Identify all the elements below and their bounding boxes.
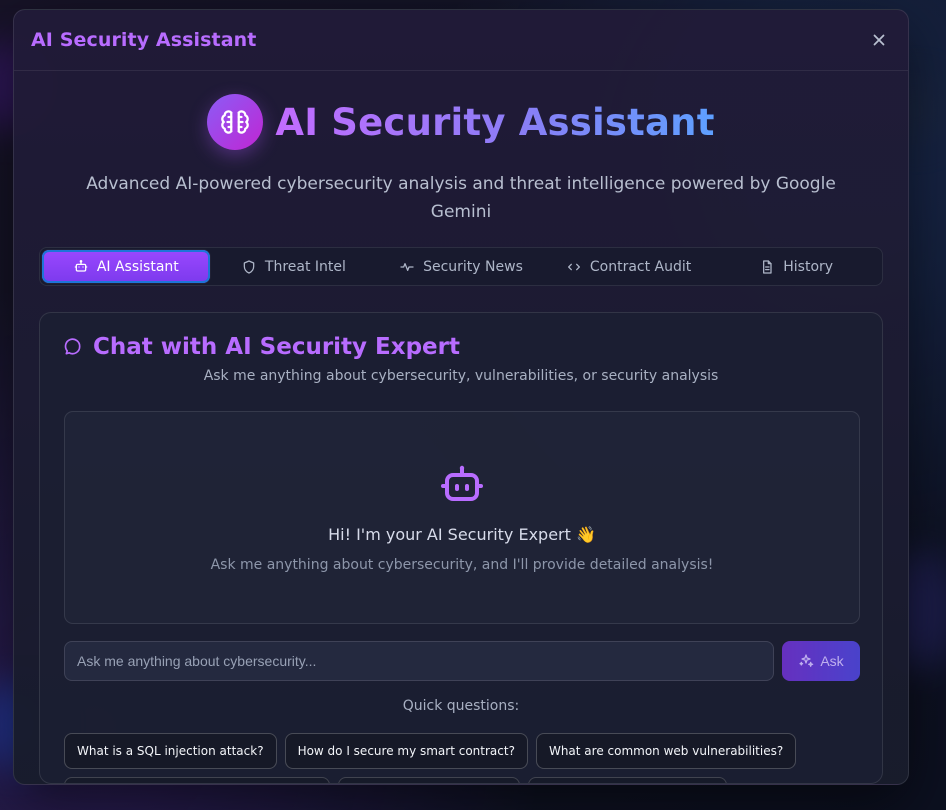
quick-question-partial-2[interactable]: [338, 777, 520, 783]
welcome-title: Hi! I'm your AI Security Expert 👋: [328, 525, 596, 544]
chat-subtitle: Ask me anything about cybersecurity, vul…: [203, 368, 719, 384]
code-icon: [567, 263, 580, 270]
tab-history[interactable]: History: [712, 250, 880, 283]
quick-question-partial-3[interactable]: [528, 777, 727, 783]
welcome-text: Ask me anything about cybersecurity, and…: [210, 557, 714, 573]
hero-section: AI Security Assistant Advanced AI-powere…: [14, 71, 908, 245]
quick-question-partial-1[interactable]: [64, 777, 330, 783]
assistant-tabs: AI Assistant Threat Intel Security News …: [39, 247, 883, 286]
quick-questions-row: What is a SQL injection attack? How do I…: [64, 733, 797, 769]
tab-contract-audit-label: Contract Audit: [589, 258, 692, 275]
tab-ai-assistant[interactable]: AI Assistant: [42, 250, 210, 283]
ask-button-label: Ask: [820, 653, 844, 669]
chat-card: Chat with AI Security Expert Ask me anyt…: [39, 312, 883, 784]
quick-question-sql-injection[interactable]: What is a SQL injection attack?: [64, 733, 277, 769]
tab-threat-intel[interactable]: Threat Intel: [210, 250, 378, 283]
tab-history-label: History: [783, 258, 834, 275]
brain-icon-badge: [207, 94, 264, 150]
sparkles-icon: [799, 654, 814, 667]
bot-icon: [441, 465, 483, 501]
quick-questions-label: Quick questions:: [402, 698, 520, 714]
document-icon: [763, 259, 772, 274]
ask-button[interactable]: Ask: [782, 641, 860, 681]
tab-ai-assistant-label: AI Assistant: [96, 258, 179, 275]
chat-title: Chat with AI Security Expert: [93, 334, 460, 360]
quick-question-web-vulnerabilities[interactable]: What are common web vulnerabilities?: [535, 733, 797, 769]
chat-title-row: Chat with AI Security Expert: [63, 334, 460, 360]
tab-security-news-label: Security News: [423, 258, 523, 275]
hero-title: AI Security Assistant: [275, 100, 715, 144]
hero-subtitle: Advanced AI-powered cybersecurity analys…: [86, 174, 836, 222]
close-icon: [873, 34, 885, 46]
activity-icon: [400, 262, 414, 271]
shield-icon: [243, 259, 255, 274]
message-circle-icon: [64, 338, 81, 355]
chat-input[interactable]: [64, 641, 774, 681]
ai-security-assistant-modal: AI Security Assistant AI Security Assist…: [13, 9, 909, 785]
hero-title-row: AI Security Assistant: [14, 94, 908, 150]
modal-title: AI Security Assistant: [31, 29, 257, 51]
quick-questions-row-partial: [64, 777, 727, 783]
quick-question-smart-contract[interactable]: How do I secure my smart contract?: [284, 733, 528, 769]
close-button[interactable]: [868, 29, 890, 51]
tab-contract-audit[interactable]: Contract Audit: [545, 250, 713, 283]
brain-icon: [221, 110, 250, 134]
welcome-panel: Hi! I'm your AI Security Expert 👋 Ask me…: [64, 411, 860, 624]
modal-header: AI Security Assistant: [14, 10, 908, 71]
tab-threat-intel-label: Threat Intel: [264, 258, 346, 275]
robot-icon: [74, 259, 88, 272]
tab-security-news[interactable]: Security News: [377, 250, 545, 283]
